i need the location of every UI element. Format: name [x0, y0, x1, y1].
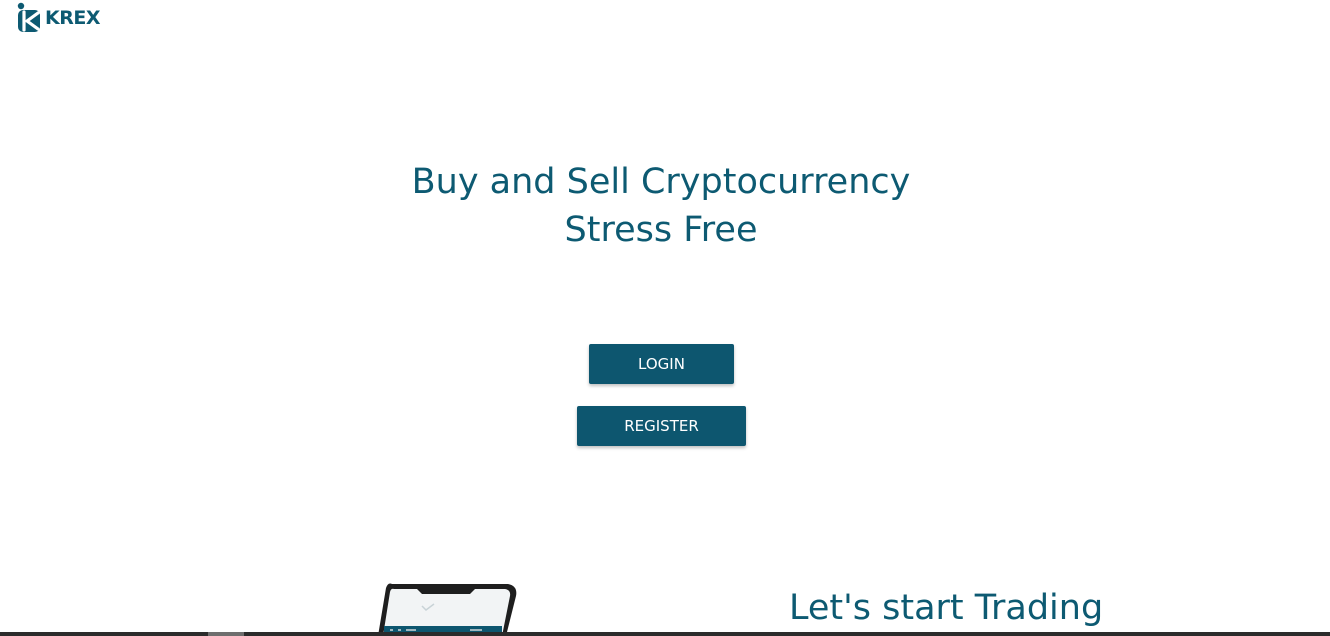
phone-mockup-image	[378, 582, 518, 636]
hero-title: Buy and Sell Cryptocurrency Stress Free	[0, 158, 1322, 254]
logo-text: KREX	[45, 7, 100, 29]
landing-page: KREX Buy and Sell Cryptocurrency Stress …	[0, 0, 1330, 636]
register-button[interactable]: REGISTER	[577, 406, 746, 446]
hero-title-line-2: Stress Free	[564, 210, 758, 250]
scrollbar-thumb[interactable]	[208, 632, 244, 636]
brand-logo[interactable]: KREX	[17, 2, 100, 34]
krex-logo-icon	[17, 2, 40, 32]
login-button[interactable]: LOGIN	[589, 344, 734, 384]
horizontal-scrollbar[interactable]	[0, 632, 1330, 636]
hero-title-line-1: Buy and Sell Cryptocurrency	[411, 162, 911, 202]
trading-section-title: Let's start Trading	[789, 588, 1104, 628]
